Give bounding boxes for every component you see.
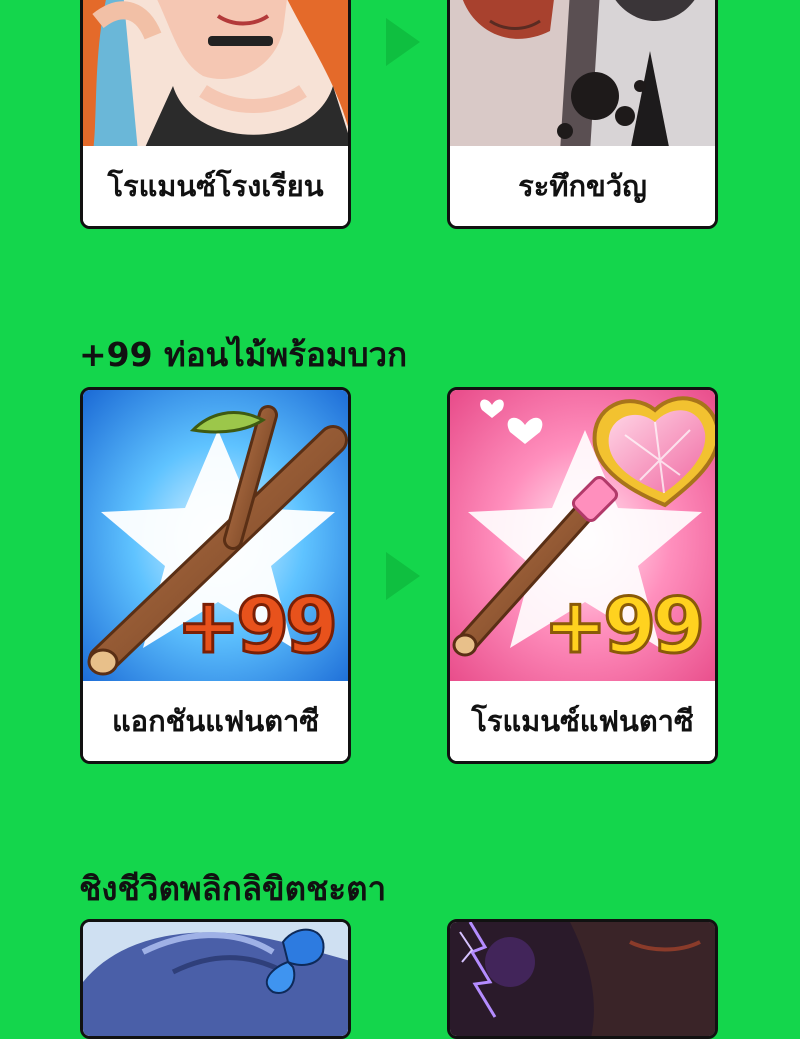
genre-caption: แอกชันแฟนตาซี	[83, 681, 348, 761]
genre-caption: ระทึกขวัญ	[450, 146, 715, 226]
genre-card-romance-fantasy[interactable]: +99 โรแมนซ์แฟนตาซี	[447, 387, 718, 764]
thriller-couple-illustration	[450, 0, 715, 152]
dark-lightning-illustration	[450, 922, 715, 1036]
genre-card-action-fantasy[interactable]: +99 แอกชันแฟนตาซี	[80, 387, 351, 764]
genre-card-blue-hair[interactable]	[80, 919, 351, 1039]
blue-hair-butterfly-illustration	[83, 922, 348, 1036]
plus-99-badge: +99	[175, 581, 339, 670]
genre-card-thriller[interactable]: ระทึกขวัญ	[447, 0, 718, 229]
section-title: ชิงชีวิตพลิกลิขิตชะตา	[79, 869, 387, 908]
genre-caption: โรแมนซ์แฟนตาซี	[450, 681, 715, 761]
plus-99-badge: +99	[542, 581, 706, 670]
arrow-right-icon	[386, 18, 420, 66]
genre-card-dark-fantasy[interactable]	[447, 919, 718, 1039]
genre-card-school-romance[interactable]: โรแมนซ์โรงเรียน	[80, 0, 351, 229]
genre-caption: โรแมนซ์โรงเรียน	[83, 146, 348, 226]
school-romance-girl-illustration	[83, 0, 348, 152]
section-title: +99 ท่อนไม้พร้อมบวก	[79, 335, 408, 374]
arrow-right-icon	[386, 552, 420, 600]
